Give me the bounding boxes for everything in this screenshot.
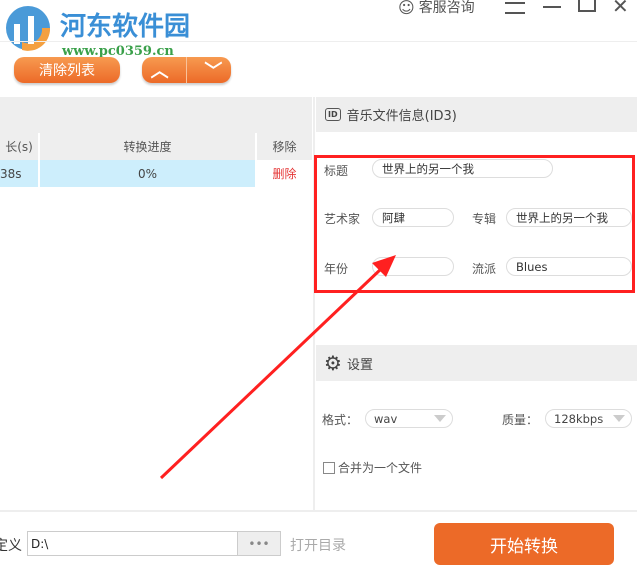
support-button[interactable]: ☺ 客服咨询 <box>398 0 475 17</box>
format-select[interactable]: wav <box>365 409 453 428</box>
format-label: 格式： <box>322 413 359 427</box>
genre-label: 流派 <box>472 262 497 276</box>
artist-label: 艺术家 <box>324 212 361 226</box>
album-label: 专辑 <box>472 212 497 226</box>
quality-select[interactable]: 128kbps <box>545 409 632 428</box>
col-remove: 移除 <box>257 133 312 160</box>
year-label: 年份 <box>324 262 349 276</box>
checkbox-icon[interactable] <box>323 461 335 474</box>
merge-label: 合并为一个文件 <box>338 461 423 475</box>
id3-icon: ID <box>325 108 341 121</box>
format-value: wav <box>374 411 398 426</box>
watermark-name: 河东软件园 <box>60 12 191 42</box>
table-toolbar <box>0 97 312 133</box>
delete-link[interactable]: 删除 <box>257 160 312 187</box>
album-input[interactable]: 世界上的另一个我 <box>506 208 632 227</box>
title-input[interactable]: 世界上的另一个我 <box>372 159 553 178</box>
artist-input[interactable]: 阿肆 <box>372 208 454 227</box>
minimize-icon[interactable] <box>543 6 561 8</box>
dropdown-icon <box>434 415 446 422</box>
move-up-button[interactable]: ︿ <box>151 57 169 83</box>
open-directory-link[interactable]: 打开目录 <box>290 535 346 555</box>
close-icon[interactable]: ✕ <box>612 0 629 18</box>
path-label: 定义 <box>0 538 22 554</box>
start-convert-button[interactable]: 开始转换 <box>434 523 614 565</box>
settings-header: ⚙ 设置 <box>316 345 637 381</box>
support-label: 客服咨询 <box>418 0 475 16</box>
dropdown-icon <box>613 415 625 422</box>
menu-icon[interactable] <box>505 2 525 14</box>
maximize-icon[interactable] <box>578 0 596 12</box>
title-label: 标题 <box>324 164 349 178</box>
move-buttons: ︿ ﹀ <box>142 57 231 83</box>
merge-checkbox[interactable]: 合并为一个文件 <box>323 459 422 476</box>
move-down-button[interactable]: ﹀ <box>204 57 222 83</box>
col-duration: 长(s) <box>0 133 40 160</box>
divider <box>0 41 637 42</box>
smiley-icon: ☺ <box>398 0 415 17</box>
col-progress: 转换进度 <box>40 133 257 160</box>
quality-value: 128kbps <box>554 411 604 426</box>
id3-header: ID 音乐文件信息(ID3) <box>316 97 637 132</box>
cell-duration: 38s <box>0 160 38 187</box>
id3-title: 音乐文件信息(ID3) <box>346 109 457 124</box>
settings-title: 设置 <box>346 357 373 373</box>
year-input[interactable] <box>372 257 454 276</box>
browse-button[interactable]: ••• <box>237 531 281 556</box>
output-path-input[interactable]: D:\ <box>27 531 237 556</box>
cell-progress: 0% <box>40 160 255 187</box>
divider <box>0 510 637 512</box>
clear-list-button[interactable]: 清除列表 <box>14 57 120 83</box>
gear-icon: ⚙ <box>324 351 342 375</box>
genre-input[interactable]: Blues <box>506 257 632 276</box>
quality-label: 质量： <box>502 413 539 427</box>
logo-icon <box>6 6 51 51</box>
